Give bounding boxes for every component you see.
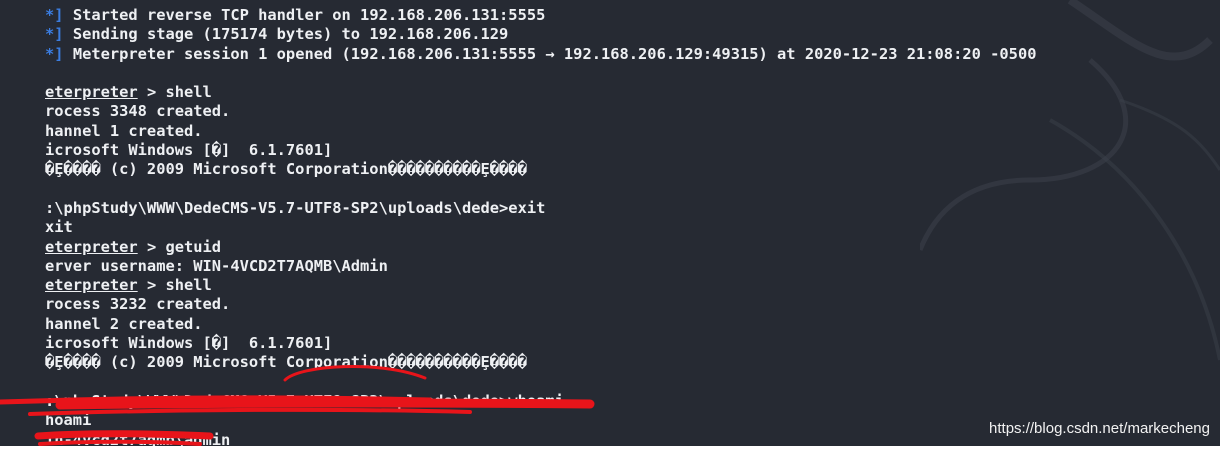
terminal-line: :\phpStudy\WWW\DedeCMS-V5.7-UTF8-SP2\upl… [45, 392, 1036, 411]
meterpreter-prompt: eterpreter [45, 237, 138, 256]
terminal-line: hannel 2 created. [45, 315, 1036, 334]
terminal-line: �Ȩ���� (c) 2009 Microsoft Corporation���… [45, 160, 1036, 179]
terminal-line: :\phpStudy\WWW\DedeCMS-V5.7-UTF8-SP2\upl… [45, 199, 1036, 218]
status-bullet: *] [45, 6, 64, 24]
watermark-url: https://blog.csdn.net/markecheng [989, 420, 1210, 437]
terminal-line: xit [45, 218, 1036, 237]
terminal-line-text: Started reverse TCP handler on 192.168.2… [63, 6, 546, 24]
terminal-line-text: :\phpStudy\WWW\DedeCMS-V5.7-UTF8-SP2\upl… [45, 391, 564, 410]
terminal-line: *] Meterpreter session 1 opened (192.168… [45, 45, 1036, 64]
terminal-line-text: hannel 2 created. [45, 314, 203, 333]
terminal-line-text: rocess 3348 created. [45, 102, 231, 121]
terminal-line-text: �Ȩ���� (c) 2009 Microsoft Corporation���… [45, 160, 527, 179]
status-bullet: *] [45, 25, 64, 44]
terminal-line-text: icrosoft Windows [�] 6.1.7601] [45, 141, 333, 160]
terminal-line-text: Meterpreter session 1 opened (192.168.20… [63, 44, 1037, 63]
terminal-line-text: in-4vcd2t7aqmb\admin [45, 430, 231, 446]
terminal-line: hannel 1 created. [45, 122, 1036, 141]
terminal-line: icrosoft Windows [�] 6.1.7601] [45, 334, 1036, 353]
terminal-line: rocess 3348 created. [45, 102, 1036, 121]
terminal-line: �Ȩ���� (c) 2009 Microsoft Corporation���… [45, 353, 1036, 372]
terminal-line: *] Sending stage (175174 bytes) to 192.1… [45, 25, 1036, 44]
terminal-line-text: Sending stage (175174 bytes) to 192.168.… [63, 25, 509, 44]
terminal-line-text: �Ȩ���� (c) 2009 Microsoft Corporation���… [45, 353, 527, 372]
terminal-line: in-4vcd2t7aqmb\admin [45, 431, 1036, 446]
terminal-line-text: icrosoft Windows [�] 6.1.7601] [45, 334, 333, 353]
terminal-line: eterpreter > shell [45, 276, 1036, 295]
terminal-line-text: > shell [137, 83, 212, 102]
terminal-line: *] Started reverse TCP handler on 192.16… [45, 6, 1036, 25]
terminal-line-text: hoami [45, 411, 92, 430]
terminal-line: eterpreter > getuid [45, 238, 1036, 257]
terminal-line-text: hannel 1 created. [45, 121, 203, 140]
terminal-line-text: rocess 3232 created. [45, 295, 231, 314]
terminal-line: erver username: WIN-4VCD2T7AQMB\Admin [45, 257, 1036, 276]
terminal-line: icrosoft Windows [�] 6.1.7601] [45, 141, 1036, 160]
terminal-line: rocess 3232 created. [45, 295, 1036, 314]
terminal-line: hoami [45, 411, 1036, 430]
terminal-output: *] Started reverse TCP handler on 192.16… [45, 6, 1036, 446]
terminal-line-text: > getuid [137, 237, 222, 256]
meterpreter-prompt: eterpreter [45, 83, 138, 102]
meterpreter-prompt: eterpreter [45, 276, 138, 295]
terminal-line: eterpreter > shell [45, 83, 1036, 102]
terminal-line-text: erver username: WIN-4VCD2T7AQMB\Admin [45, 256, 388, 275]
terminal-line-text: xit [45, 218, 73, 237]
terminal-window[interactable]: *] Started reverse TCP handler on 192.16… [0, 0, 1220, 446]
terminal-line-text: > shell [137, 276, 212, 295]
status-bullet: *] [45, 44, 64, 63]
terminal-line-text: :\phpStudy\WWW\DedeCMS-V5.7-UTF8-SP2\upl… [45, 198, 546, 217]
